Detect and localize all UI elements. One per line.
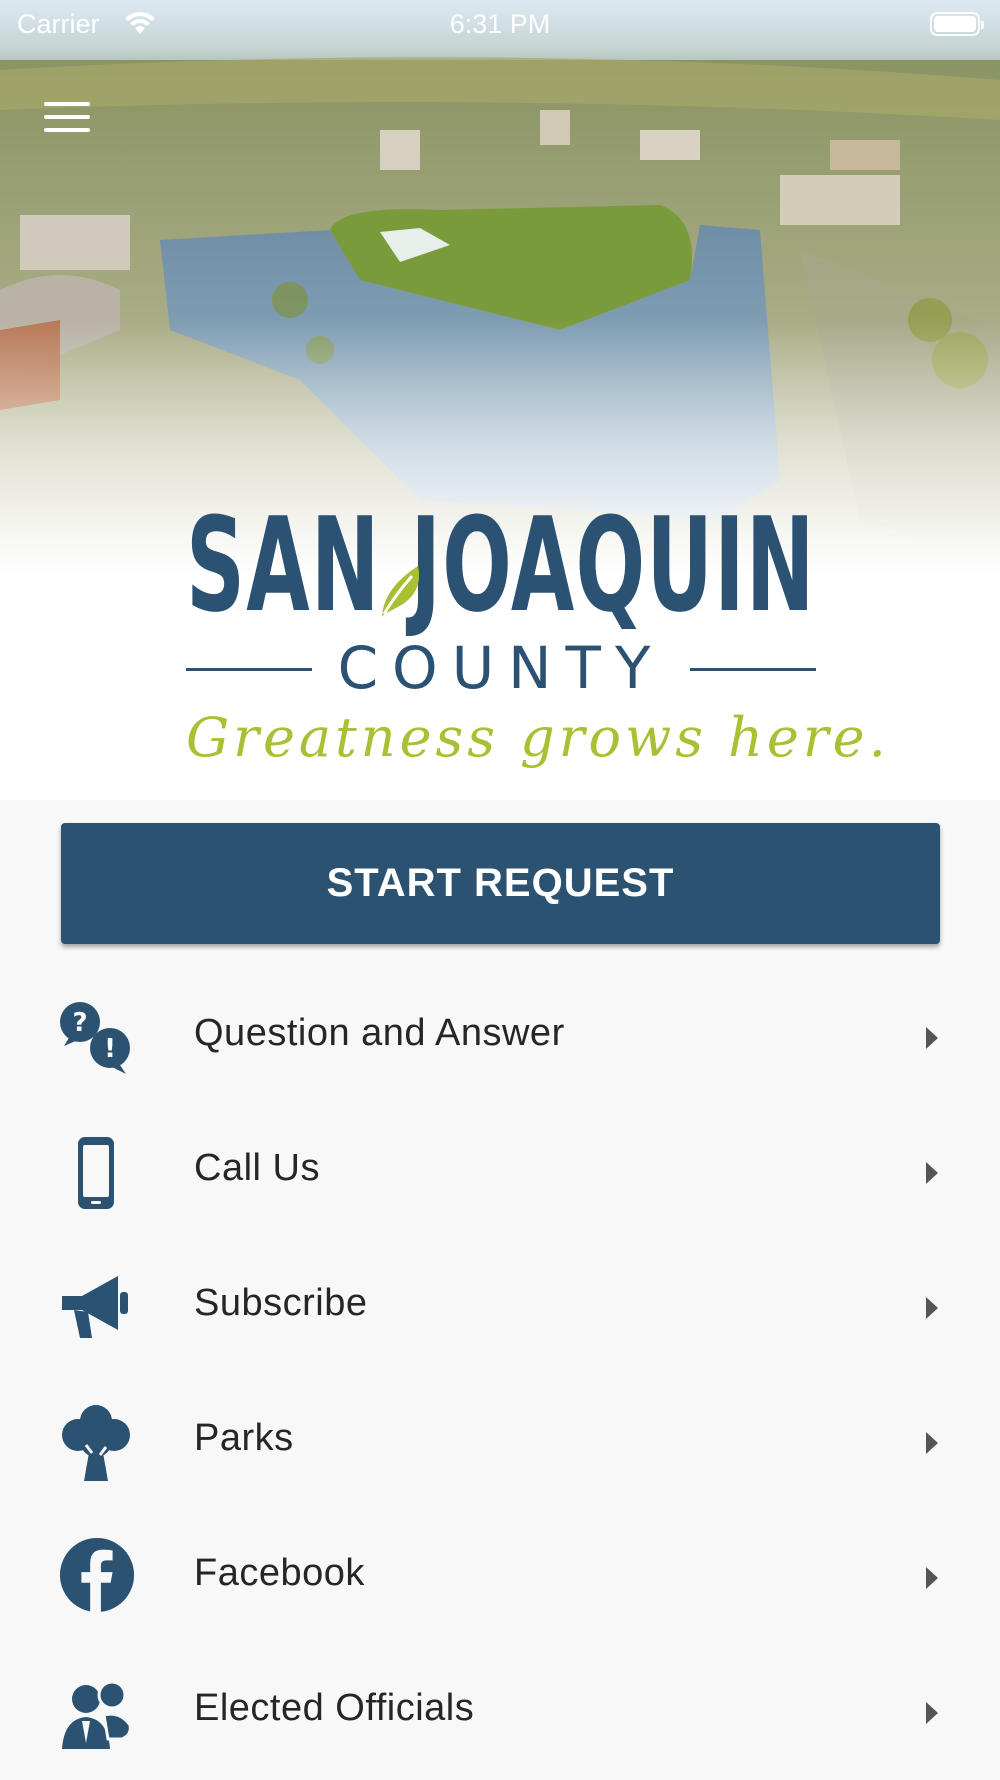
- megaphone-icon: [62, 1276, 128, 1338]
- logo-divider-right: [690, 668, 816, 671]
- status-time: 6:31 PM: [449, 9, 551, 39]
- logo-tagline: Greatness grows here.: [186, 706, 890, 769]
- list-item-label: Question and Answer: [194, 1012, 565, 1054]
- list-item-subscribe[interactable]: Subscribe: [0, 1240, 1000, 1375]
- list-item-call-us[interactable]: Call Us: [0, 1105, 1000, 1240]
- svg-text:?: ?: [72, 1008, 87, 1038]
- logo-county: COUNTY: [337, 634, 665, 702]
- list-item-label: Parks: [194, 1417, 294, 1459]
- facebook-icon: [59, 1537, 135, 1613]
- list-item-label: Subscribe: [194, 1282, 368, 1324]
- start-request-label: START REQUEST: [326, 861, 675, 905]
- chevron-right-icon: [926, 1027, 938, 1049]
- phone-icon: [78, 1137, 114, 1209]
- svg-text:!: !: [104, 1034, 116, 1064]
- question-answer-icon: ? !: [60, 1002, 130, 1074]
- status-bar: Carrier 6:31 PM: [0, 0, 1000, 50]
- list-item-label: Elected Officials: [194, 1687, 475, 1729]
- list-item-label: Facebook: [194, 1552, 365, 1594]
- list-item-label: Call Us: [194, 1147, 320, 1189]
- hamburger-menu-icon[interactable]: [44, 100, 92, 136]
- list-item-elected-officials[interactable]: Elected Officials: [0, 1645, 1000, 1780]
- chevron-right-icon: [926, 1162, 938, 1184]
- list-item-question-and-answer[interactable]: ? ! Question and Answer: [0, 970, 1000, 1105]
- list-item-parks[interactable]: Parks: [0, 1375, 1000, 1510]
- logo-county-row: COUNTY: [186, 634, 816, 702]
- battery-icon: [930, 12, 984, 36]
- tree-icon: [62, 1405, 130, 1481]
- chevron-right-icon: [926, 1567, 938, 1589]
- chevron-right-icon: [926, 1432, 938, 1454]
- leaf-icon: [382, 566, 420, 616]
- chevron-right-icon: [926, 1297, 938, 1319]
- chevron-right-icon: [926, 1702, 938, 1724]
- list-item-facebook[interactable]: Facebook: [0, 1510, 1000, 1645]
- officials-icon: [62, 1680, 132, 1749]
- start-request-button[interactable]: START REQUEST: [61, 823, 940, 944]
- logo-divider-left: [186, 668, 312, 671]
